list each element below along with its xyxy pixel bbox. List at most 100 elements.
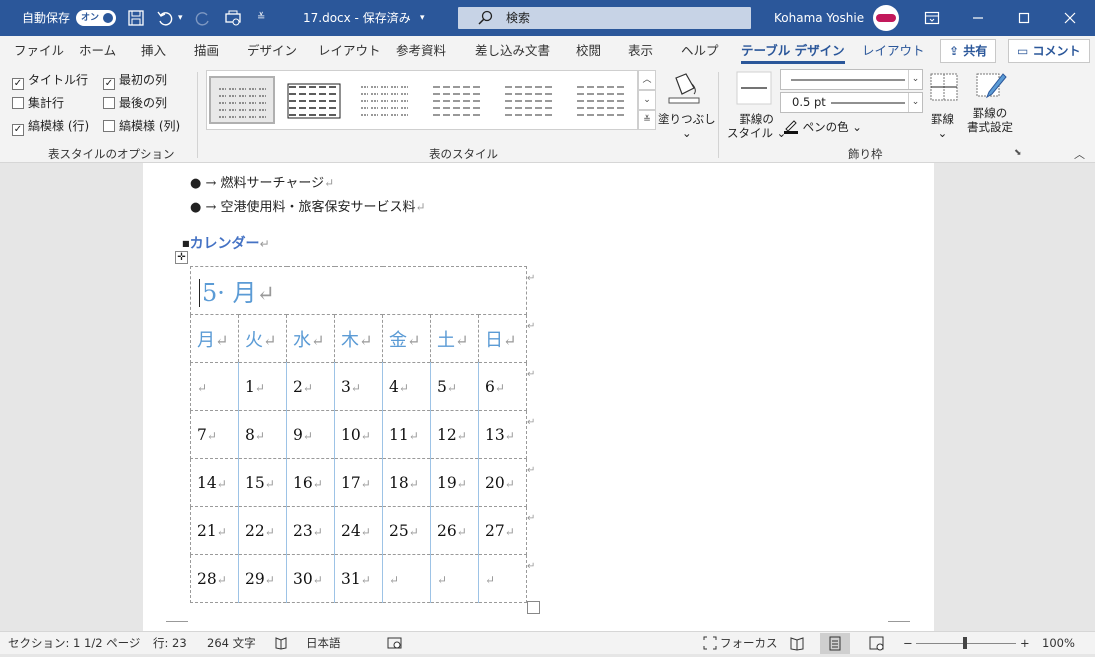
minimize-icon[interactable] xyxy=(972,12,984,24)
border-styles-button[interactable]: 罫線の スタイル ⌄ xyxy=(727,112,786,140)
banded-rows-checkbox[interactable]: ✓ 縞模様 (行) xyxy=(12,118,89,136)
list-item[interactable]: ● → 燃料サーチャージ↵ xyxy=(190,172,334,191)
weekday-header[interactable]: 木↵ xyxy=(334,314,383,363)
calendar-day-cell[interactable]: ↵ xyxy=(478,554,527,603)
borders-button[interactable]: 罫線 ⌄ xyxy=(931,112,954,140)
calendar-day-cell[interactable]: 15↵ xyxy=(238,458,287,507)
table-style-swatch[interactable] xyxy=(425,76,491,124)
language-indicator[interactable]: 日本語 xyxy=(306,632,341,654)
undo-icon[interactable] xyxy=(156,9,174,27)
calendar-day-cell[interactable]: 27↵ xyxy=(478,506,527,555)
read-mode-button[interactable] xyxy=(782,633,812,654)
table-resize-handle[interactable] xyxy=(527,601,540,614)
title-dropdown-icon[interactable]: ▾ xyxy=(420,0,425,36)
calendar-day-cell[interactable]: 7↵ xyxy=(190,410,239,459)
tab-home[interactable]: ホーム xyxy=(79,36,116,66)
calendar-day-cell[interactable]: 11↵ xyxy=(382,410,431,459)
calendar-day-cell[interactable]: 25↵ xyxy=(382,506,431,555)
table-style-swatch[interactable] xyxy=(209,76,275,124)
calendar-day-cell[interactable]: 3↵ xyxy=(334,362,383,411)
share-button[interactable]: ⇪ 共有 xyxy=(940,39,997,63)
calendar-day-cell[interactable]: 14↵ xyxy=(190,458,239,507)
calendar-day-cell[interactable]: 4↵ xyxy=(382,362,431,411)
gallery-scroll-up-icon[interactable]: ︿ xyxy=(638,70,656,90)
table-style-swatch[interactable] xyxy=(569,76,635,124)
calendar-day-cell[interactable]: 1↵ xyxy=(238,362,287,411)
header-row-checkbox[interactable]: ✓ タイトル行 xyxy=(12,72,88,90)
customize-toolbar-icon[interactable]: ≚ xyxy=(257,0,265,36)
search-box[interactable]: 検索 xyxy=(458,7,751,29)
total-row-checkbox[interactable]: 集計行 xyxy=(12,95,64,111)
gallery-more-icon[interactable]: ≚ xyxy=(638,110,656,130)
calendar-day-cell[interactable]: 5↵ xyxy=(430,362,479,411)
tab-review[interactable]: 校閲 xyxy=(576,36,601,66)
weekday-header[interactable]: 火↵ xyxy=(238,314,287,363)
last-column-checkbox[interactable]: 最後の列 xyxy=(103,95,167,111)
document-title[interactable]: 17.docx - 保存済み xyxy=(303,0,411,36)
touch-mode-icon[interactable] xyxy=(224,9,242,27)
tab-insert[interactable]: 挿入 xyxy=(141,36,166,66)
print-layout-button[interactable] xyxy=(820,633,850,654)
ribbon-display-icon[interactable] xyxy=(924,10,940,26)
weekday-header[interactable]: 日↵ xyxy=(478,314,527,363)
tab-layout[interactable]: レイアウト xyxy=(318,36,381,66)
heading-calendar[interactable]: ■カレンダー↵ xyxy=(182,233,270,253)
calendar-day-cell[interactable]: 23↵ xyxy=(286,506,335,555)
tab-draw[interactable]: 描画 xyxy=(194,36,219,66)
autosave-toggle[interactable]: オン xyxy=(76,10,116,26)
calendar-day-cell[interactable]: 21↵ xyxy=(190,506,239,555)
line-style-select[interactable]: ⌄ xyxy=(780,69,923,90)
table-style-swatch[interactable] xyxy=(353,76,419,124)
calendar-day-cell[interactable]: 10↵ xyxy=(334,410,383,459)
calendar-day-cell[interactable]: 29↵ xyxy=(238,554,287,603)
zoom-in-button[interactable]: + xyxy=(1020,632,1030,654)
table-style-swatch[interactable] xyxy=(281,76,347,124)
calendar-day-cell[interactable]: 17↵ xyxy=(334,458,383,507)
border-painter-icon[interactable] xyxy=(975,70,1007,102)
gallery-scroll-down-icon[interactable]: ⌄ xyxy=(638,90,656,110)
redo-icon[interactable] xyxy=(194,9,212,27)
table-move-handle-icon[interactable]: ✛ xyxy=(175,251,188,264)
shading-button[interactable]: 塗りつぶし ⌄ xyxy=(658,112,716,140)
calendar-day-cell[interactable]: 18↵ xyxy=(382,458,431,507)
calendar-day-cell[interactable]: ↵ xyxy=(190,362,239,411)
weekday-header[interactable]: 月↵ xyxy=(190,314,239,363)
accessibility-icon[interactable] xyxy=(387,636,403,650)
weekday-header[interactable]: 水↵ xyxy=(286,314,335,363)
tab-view[interactable]: 表示 xyxy=(628,36,653,66)
dialog-launcher-icon[interactable]: ⬊ xyxy=(1014,148,1022,158)
calendar-day-cell[interactable]: 31↵ xyxy=(334,554,383,603)
weekday-header[interactable]: 金↵ xyxy=(382,314,431,363)
shading-bucket-icon[interactable] xyxy=(666,70,702,106)
banded-columns-checkbox[interactable]: 縞模様 (列) xyxy=(103,118,180,134)
calendar-day-cell[interactable]: 26↵ xyxy=(430,506,479,555)
tab-references[interactable]: 参考資料 xyxy=(396,36,446,66)
calendar-day-cell[interactable]: ↵ xyxy=(430,554,479,603)
user-name[interactable]: Kohama Yoshie xyxy=(774,0,864,36)
tab-mailings[interactable]: 差し込み文書 xyxy=(475,36,550,66)
calendar-day-cell[interactable]: 24↵ xyxy=(334,506,383,555)
collapse-ribbon-icon[interactable]: ︿ xyxy=(1074,146,1085,162)
calendar-table[interactable]: 5· 月↵ 月↵ 火↵ 水↵ 木↵ 金↵ 土↵ 日↵ ↵ 1↵ 2↵ 3↵ 4↵ 5↵ 6↵ 7↵ 8↵ 9↵… xyxy=(190,266,527,603)
line-indicator[interactable]: 行: 23 xyxy=(153,632,187,654)
calendar-day-cell[interactable]: 6↵ xyxy=(478,362,527,411)
calendar-day-cell[interactable]: 30↵ xyxy=(286,554,335,603)
page-indicator[interactable]: 1/2 ページ xyxy=(84,632,140,654)
tab-design[interactable]: デザイン xyxy=(247,36,297,66)
maximize-icon[interactable] xyxy=(1018,12,1030,24)
first-column-checkbox[interactable]: ✓ 最初の列 xyxy=(103,72,167,90)
calendar-day-cell[interactable]: 20↵ xyxy=(478,458,527,507)
tab-table-layout[interactable]: レイアウト xyxy=(862,36,925,66)
calendar-day-cell[interactable]: 12↵ xyxy=(430,410,479,459)
calendar-title[interactable]: 5· 月↵ xyxy=(190,266,527,315)
calendar-day-cell[interactable]: 13↵ xyxy=(478,410,527,459)
calendar-day-cell[interactable]: 9↵ xyxy=(286,410,335,459)
calendar-day-cell[interactable]: 22↵ xyxy=(238,506,287,555)
focus-icon[interactable] xyxy=(703,636,717,650)
calendar-day-cell[interactable]: 8↵ xyxy=(238,410,287,459)
save-icon[interactable] xyxy=(127,9,145,27)
undo-dropdown-icon[interactable]: ▾ xyxy=(178,0,183,36)
line-weight-select[interactable]: 0.5 pt ⌄ xyxy=(780,92,923,113)
calendar-day-cell[interactable]: 19↵ xyxy=(430,458,479,507)
list-item[interactable]: ● → 空港使用料・旅客保安サービス料↵ xyxy=(190,196,426,215)
